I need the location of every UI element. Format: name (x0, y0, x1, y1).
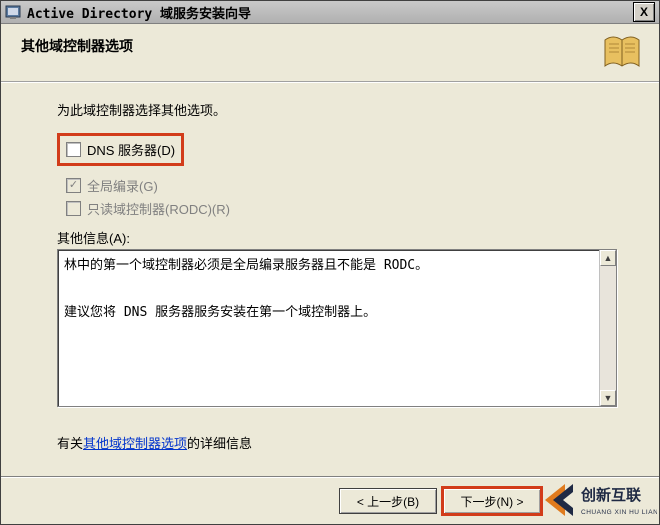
dns-label: DNS 服务器(D) (87, 140, 175, 159)
info-textarea[interactable]: 林中的第一个域控制器必须是全局编录服务器且不能是 RODC。 建议您将 DNS … (57, 249, 617, 407)
rodc-checkbox-row: 只读域控制器(RODC)(R) (66, 199, 619, 218)
next-button[interactable]: 下一步(N) > (443, 488, 541, 514)
more-prefix: 有关 (57, 436, 83, 451)
back-label: < 上一步(B) (357, 493, 419, 510)
rodc-checkbox (66, 201, 81, 216)
back-button[interactable]: < 上一步(B) (339, 488, 437, 514)
wizard-window: Active Directory 域服务安装向导 X 其他域控制器选项 为此域控… (0, 0, 660, 525)
scroll-up-icon[interactable]: ▲ (600, 250, 616, 266)
close-button[interactable]: X (633, 2, 655, 22)
info-label: 其他信息(A): (57, 228, 619, 247)
scrollbar[interactable]: ▲ ▼ (599, 250, 616, 406)
scroll-track[interactable] (600, 266, 616, 390)
window-title: Active Directory 域服务安装向导 (27, 3, 251, 22)
scroll-down-icon[interactable]: ▼ (600, 390, 616, 406)
gc-label: 全局编录(G) (87, 176, 158, 195)
divider (1, 476, 659, 478)
app-icon (5, 4, 21, 20)
page-heading: 其他域控制器选项 (21, 36, 643, 56)
button-bar: < 上一步(B) 下一步(N) > 取消 (339, 488, 645, 514)
dns-checkbox-row[interactable]: DNS 服务器(D) (66, 140, 175, 159)
titlebar: Active Directory 域服务安装向导 X (1, 1, 659, 24)
gc-checkbox-row: ✓ 全局编录(G) (66, 176, 619, 195)
more-info-link[interactable]: 其他域控制器选项 (83, 436, 187, 451)
book-icon (601, 32, 643, 74)
wizard-content: 为此域控制器选择其他选项。 DNS 服务器(D) ✓ 全局编录(G) 只读域控制… (1, 82, 659, 452)
instruction-text: 为此域控制器选择其他选项。 (57, 100, 619, 119)
more-suffix: 的详细信息 (187, 436, 252, 451)
close-icon: X (640, 5, 648, 19)
dns-highlight: DNS 服务器(D) (57, 133, 184, 166)
wizard-header: 其他域控制器选项 (1, 24, 659, 82)
dns-checkbox[interactable] (66, 142, 81, 157)
more-info: 有关其他域控制器选项的详细信息 (57, 433, 619, 452)
rodc-label: 只读域控制器(RODC)(R) (87, 199, 230, 218)
info-text: 林中的第一个域控制器必须是全局编录服务器且不能是 RODC。 建议您将 DNS … (58, 250, 599, 406)
next-label: 下一步(N) > (460, 493, 523, 510)
gc-checkbox: ✓ (66, 178, 81, 193)
